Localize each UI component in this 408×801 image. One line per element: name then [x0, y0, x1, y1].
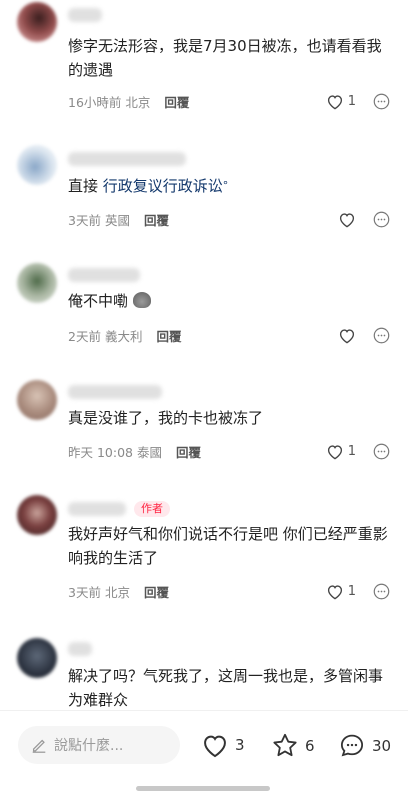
comment-item[interactable]: 惨字无法形容，我是7月30日被冻，也请看看我的遗遇 16小時前 北京 回覆 1	[0, 0, 408, 125]
more-icon	[373, 93, 390, 110]
heart-icon	[204, 735, 226, 758]
comment-text: 解决了吗？气死我了，这周一我也是，多管闲事为难群众	[68, 667, 384, 709]
author-badge: 作者	[134, 501, 170, 517]
more-button[interactable]	[373, 93, 390, 110]
comment-input-placeholder: 說點什麼...	[54, 738, 124, 754]
comment-time: 3天前	[68, 213, 101, 228]
user-name[interactable]	[68, 8, 102, 22]
comment-text: 直接 行政复议行政诉讼°	[68, 177, 229, 195]
comment-item[interactable]: 直接 行政复议行政诉讼° 3天前 英國 回覆	[0, 140, 408, 245]
comment-location: 泰國	[136, 445, 162, 460]
more-button[interactable]	[373, 327, 390, 344]
heart-icon	[327, 585, 342, 600]
comment-meta: 昨天 10:08 泰國 回覆	[68, 445, 201, 461]
more-icon	[373, 327, 390, 344]
comment-text: 俺不中嘞	[68, 289, 394, 313]
like-total: 3	[235, 736, 245, 754]
comment-location: 英國	[104, 213, 130, 228]
more-button[interactable]	[373, 583, 390, 600]
comment-total: 30	[372, 736, 392, 755]
more-icon	[373, 211, 390, 228]
like-button[interactable]: 1	[326, 583, 356, 600]
comment-meta: 3天前 英國 回覆	[68, 213, 169, 229]
star-action[interactable]: 6	[271, 732, 315, 759]
comment-time: 3天前	[68, 585, 101, 600]
user-name[interactable]	[68, 385, 162, 399]
avatar[interactable]	[17, 2, 57, 42]
comment-time: 昨天 10:08	[68, 445, 133, 460]
comment-action[interactable]: 30	[338, 732, 391, 759]
more-button[interactable]	[373, 443, 390, 460]
avatar[interactable]	[17, 495, 57, 535]
reply-button[interactable]: 回覆	[164, 95, 189, 110]
heart-icon	[327, 95, 342, 110]
comment-icon	[340, 734, 364, 757]
comment-item[interactable]: 真是没谁了，我的卡也被冻了 昨天 10:08 泰國 回覆 1	[0, 370, 408, 475]
heart-icon	[339, 213, 355, 228]
reply-button[interactable]: 回覆	[156, 329, 181, 344]
like-button[interactable]	[338, 211, 356, 228]
like-count: 1	[347, 444, 356, 459]
more-icon	[373, 443, 390, 460]
comment-location: 北京	[104, 585, 130, 600]
avatar[interactable]	[17, 145, 57, 185]
comment-location: 北京	[125, 95, 151, 110]
heart-icon	[339, 329, 355, 344]
user-name[interactable]	[68, 268, 140, 282]
avatar[interactable]	[17, 638, 57, 678]
user-name[interactable]	[68, 642, 92, 656]
comment-time: 16小時前	[68, 95, 122, 110]
comment-item[interactable]: 作者 我好声好气和你们说话不行是吧 你们已经严重影响我的生活了 3天前 北京 回…	[0, 485, 408, 620]
star-icon	[273, 733, 297, 757]
avatar[interactable]	[17, 263, 57, 303]
avatar[interactable]	[17, 380, 57, 420]
more-icon	[373, 583, 390, 600]
like-count: 1	[347, 584, 356, 599]
user-name[interactable]	[68, 152, 186, 166]
comment-location: 義大利	[104, 329, 143, 344]
reply-button[interactable]: 回覆	[176, 445, 201, 460]
comment-text: 真是没谁了，我的卡也被冻了	[68, 409, 264, 427]
comment-item[interactable]: 俺不中嘞 2天前 義大利 回覆	[0, 255, 408, 360]
link-text[interactable]: 行政复议行政诉讼	[103, 177, 223, 195]
search-hint-icon[interactable]: °	[223, 179, 229, 192]
like-button[interactable]: 1	[326, 443, 356, 460]
comment-meta: 3天前 北京 回覆	[68, 585, 169, 601]
pencil-icon	[32, 739, 46, 753]
comment-text: 我好声好气和你们说话不行是吧 你们已经严重影响我的生活了	[68, 525, 388, 567]
home-indicator[interactable]	[136, 786, 270, 791]
comment-meta: 16小時前 北京 回覆	[68, 95, 189, 111]
bottom-bar: 說點什麼... 3 6 30	[0, 710, 408, 801]
comment-input[interactable]: 說點什麼...	[18, 726, 180, 764]
comment-time: 2天前	[68, 329, 101, 344]
like-button[interactable]: 1	[326, 93, 356, 110]
user-name[interactable]	[68, 502, 126, 516]
poop-emoji	[132, 292, 151, 308]
comment-meta: 2天前 義大利 回覆	[68, 329, 181, 345]
reply-button[interactable]: 回覆	[144, 585, 169, 600]
reply-button[interactable]: 回覆	[144, 213, 169, 228]
like-action[interactable]: 3	[201, 732, 245, 758]
star-total: 6	[305, 736, 315, 755]
heart-icon	[327, 445, 342, 460]
more-button[interactable]	[373, 211, 390, 228]
comment-text: 惨字无法形容，我是7月30日被冻，也请看看我的遗遇	[68, 37, 382, 79]
comment-item[interactable]: 解决了吗？气死我了，这周一我也是，多管闲事为难群众	[0, 630, 408, 710]
like-count: 1	[347, 94, 356, 109]
like-button[interactable]	[338, 327, 356, 344]
